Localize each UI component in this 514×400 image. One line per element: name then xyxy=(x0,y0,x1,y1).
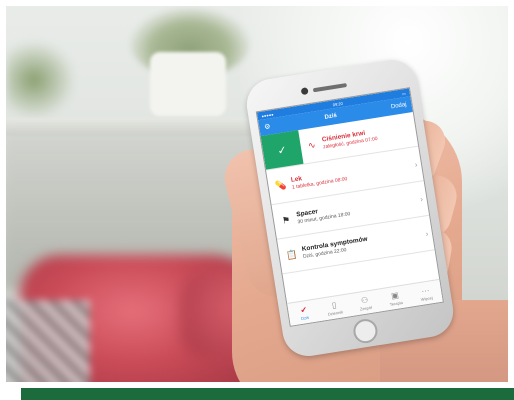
earpiece-speaker xyxy=(312,83,348,93)
plant-left xyxy=(6,40,76,120)
settings-icon[interactable]: ⚙ xyxy=(264,122,271,131)
more-icon: ··· xyxy=(420,285,431,296)
front-camera xyxy=(300,87,309,96)
clipboard-icon: 📋 xyxy=(285,248,298,261)
status-time: 09:20 xyxy=(332,100,344,107)
tab-today[interactable]: ✔ Dziś xyxy=(287,299,321,326)
green-banner xyxy=(21,388,514,400)
tab-therapy[interactable]: ▣ Terapia xyxy=(378,285,412,312)
pill-icon: 💊 xyxy=(274,179,287,192)
photo-background: ●●●●● 09:20 ▭ ⚙ Dziś Dodaj ✓ ∿ Ciśnienie… xyxy=(0,0,514,388)
tab-label: Terapia xyxy=(389,299,404,307)
team-icon: ⚇ xyxy=(360,294,369,305)
page-title: Dziś xyxy=(324,112,338,121)
done-action[interactable]: ✓ xyxy=(260,130,304,170)
tab-label: Więcej xyxy=(420,294,433,302)
add-button[interactable]: Dodaj xyxy=(391,102,407,110)
tab-team[interactable]: ⚇ Zespół xyxy=(348,290,382,317)
checklist-icon: ✔ xyxy=(299,304,308,315)
chevron-right-icon: › xyxy=(419,194,424,204)
therapy-icon: ▣ xyxy=(390,290,400,301)
battery-icon: ▭ xyxy=(401,90,407,96)
journal-icon: ▯ xyxy=(331,299,337,310)
tab-label: Dziennik xyxy=(327,308,344,317)
tab-label: Dziś xyxy=(300,314,310,321)
checkmark-icon: ✓ xyxy=(276,143,288,158)
tab-journal[interactable]: ▯ Dziennik xyxy=(318,294,352,321)
chevron-right-icon: › xyxy=(424,228,429,238)
home-button[interactable] xyxy=(351,317,380,345)
app-screen: ●●●●● 09:20 ▭ ⚙ Dziś Dodaj ✓ ∿ Ciśnienie… xyxy=(255,87,444,327)
banner-gap xyxy=(0,388,21,400)
heart-pulse-icon: ∿ xyxy=(307,139,317,151)
tab-more[interactable]: ··· Więcej xyxy=(409,280,443,307)
blanket xyxy=(0,300,90,388)
plant-pot xyxy=(150,52,226,116)
flag-icon: ⚑ xyxy=(281,214,291,226)
tab-label: Zespół xyxy=(359,304,373,312)
chevron-right-icon: › xyxy=(413,159,418,169)
